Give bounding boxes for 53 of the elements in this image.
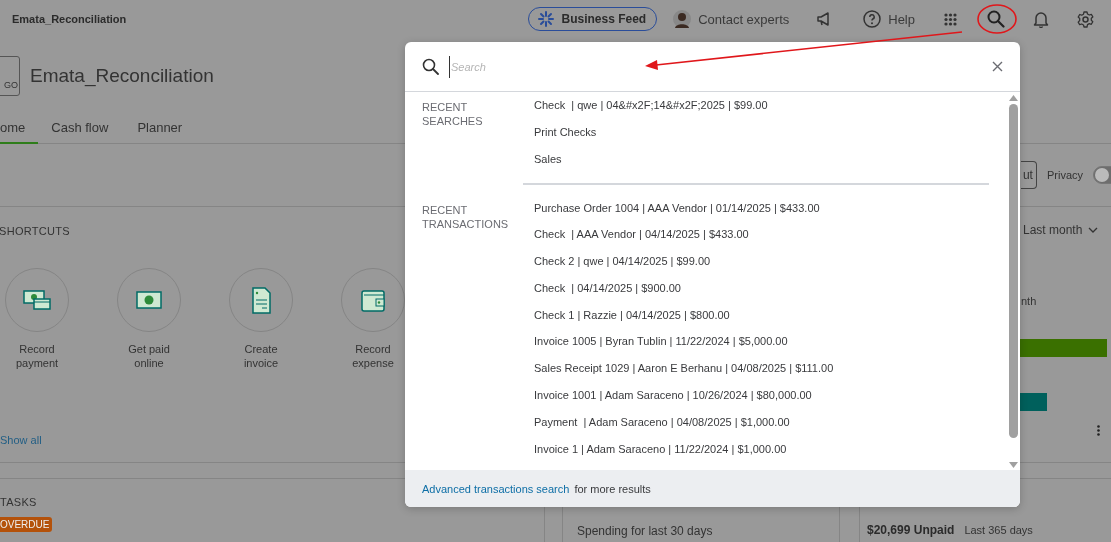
shortcut-label: Record expense [351,342,395,370]
chevron-down-icon [1088,227,1099,233]
search-result-item[interactable]: Invoice 1005 | Byran Tublin | 11/22/2024 | $5,000.00 [522,328,1006,356]
privacy-label: Privacy [1046,169,1083,181]
close-button[interactable] [992,61,1003,72]
search-icon[interactable] [987,10,1005,28]
shortcut-label: Create invoice [242,342,280,370]
search-result-item[interactable]: Check | qwe | 04&#x2F;14&#x2F;2025 | $99.00 [522,92,1006,119]
search-result-item[interactable]: Payment | Adam Saraceno | 04/08/2025 | $1,000.00 [522,408,1006,436]
spending-caption: Spending for last 30 days [577,524,713,538]
scrollbar[interactable] [1006,92,1020,470]
shortcut-label: Get paid online [127,342,171,370]
burst-icon [537,11,554,27]
search-result-item[interactable]: Check | 04/14/2025 | $900.00 [522,274,1006,302]
search-result-item[interactable]: Invoice 1 | Adam Saraceno | 11/22/2024 | $1,000.00 [522,435,1006,463]
search-icon [422,58,439,75]
more-options-icon[interactable] [1097,425,1100,436]
section-heading: SHORTCUTS [0,225,71,237]
logo: GO [0,55,20,96]
section-heading: TASKS [0,496,37,508]
company-name: Emata_Reconciliation [12,13,128,25]
period-dropdown[interactable]: Last month [1020,223,1111,237]
section-label: RECENT TRANSACTIONS [421,202,510,232]
company-title: Emata_Reconciliation [30,64,214,87]
scroll-down-icon[interactable] [1008,462,1018,468]
nav-tab[interactable]: Cash flow [51,113,109,144]
help-icon[interactable] [863,10,882,28]
advanced-search-link[interactable]: Advanced transactions search [422,482,570,495]
scroll-up-icon[interactable] [1008,95,1018,101]
apps-grid-icon[interactable] [944,12,957,26]
chart-caption: nth [1021,295,1038,307]
search-result-item[interactable]: Purchase Order 1004 | AAA Vendor | 01/14/2025 | $433.00 [522,194,1006,222]
overdue-badge: OVERDUE [0,517,53,532]
search-result-item[interactable]: Check | AAA Vendor | 04/14/2025 | $433.00 [522,221,1006,249]
search-result-item[interactable]: Print Checks [522,119,1006,146]
search-result-item[interactable]: Check 2 | qwe | 04/14/2025 | $99.00 [522,248,1006,275]
shortcut-label: Record payment [14,342,60,370]
search-result-item[interactable]: Sales [522,146,1006,173]
search-result-item[interactable]: Sales Receipt 1029 | Aaron E Berhanu | 04/08/2025 | $111.00 [522,355,1006,383]
section-label: RECENT SEARCHES [421,100,484,129]
nav-tab[interactable]: ome [0,113,39,144]
settings-icon[interactable] [1077,10,1094,28]
bell-icon[interactable] [1033,10,1049,28]
nav-tab[interactable]: Planner [137,113,183,144]
footer-text: for more results [574,482,651,495]
annotation-ellipse [977,4,1017,34]
search-result-item[interactable]: Check 1 | Razzie | 04/14/2025 | $800.00 [522,301,1006,329]
help-link[interactable]: Help [888,11,915,27]
unpaid-amount: $20,699 Unpaid [867,523,955,537]
search-result-item[interactable]: Invoice 1001 | Adam Saraceno | 10/26/2024 | $80,000.00 [522,382,1006,409]
period-label: Last 365 days [964,524,1033,536]
avatar-icon [673,9,692,29]
contact-experts-link[interactable]: Contact experts [698,11,790,27]
